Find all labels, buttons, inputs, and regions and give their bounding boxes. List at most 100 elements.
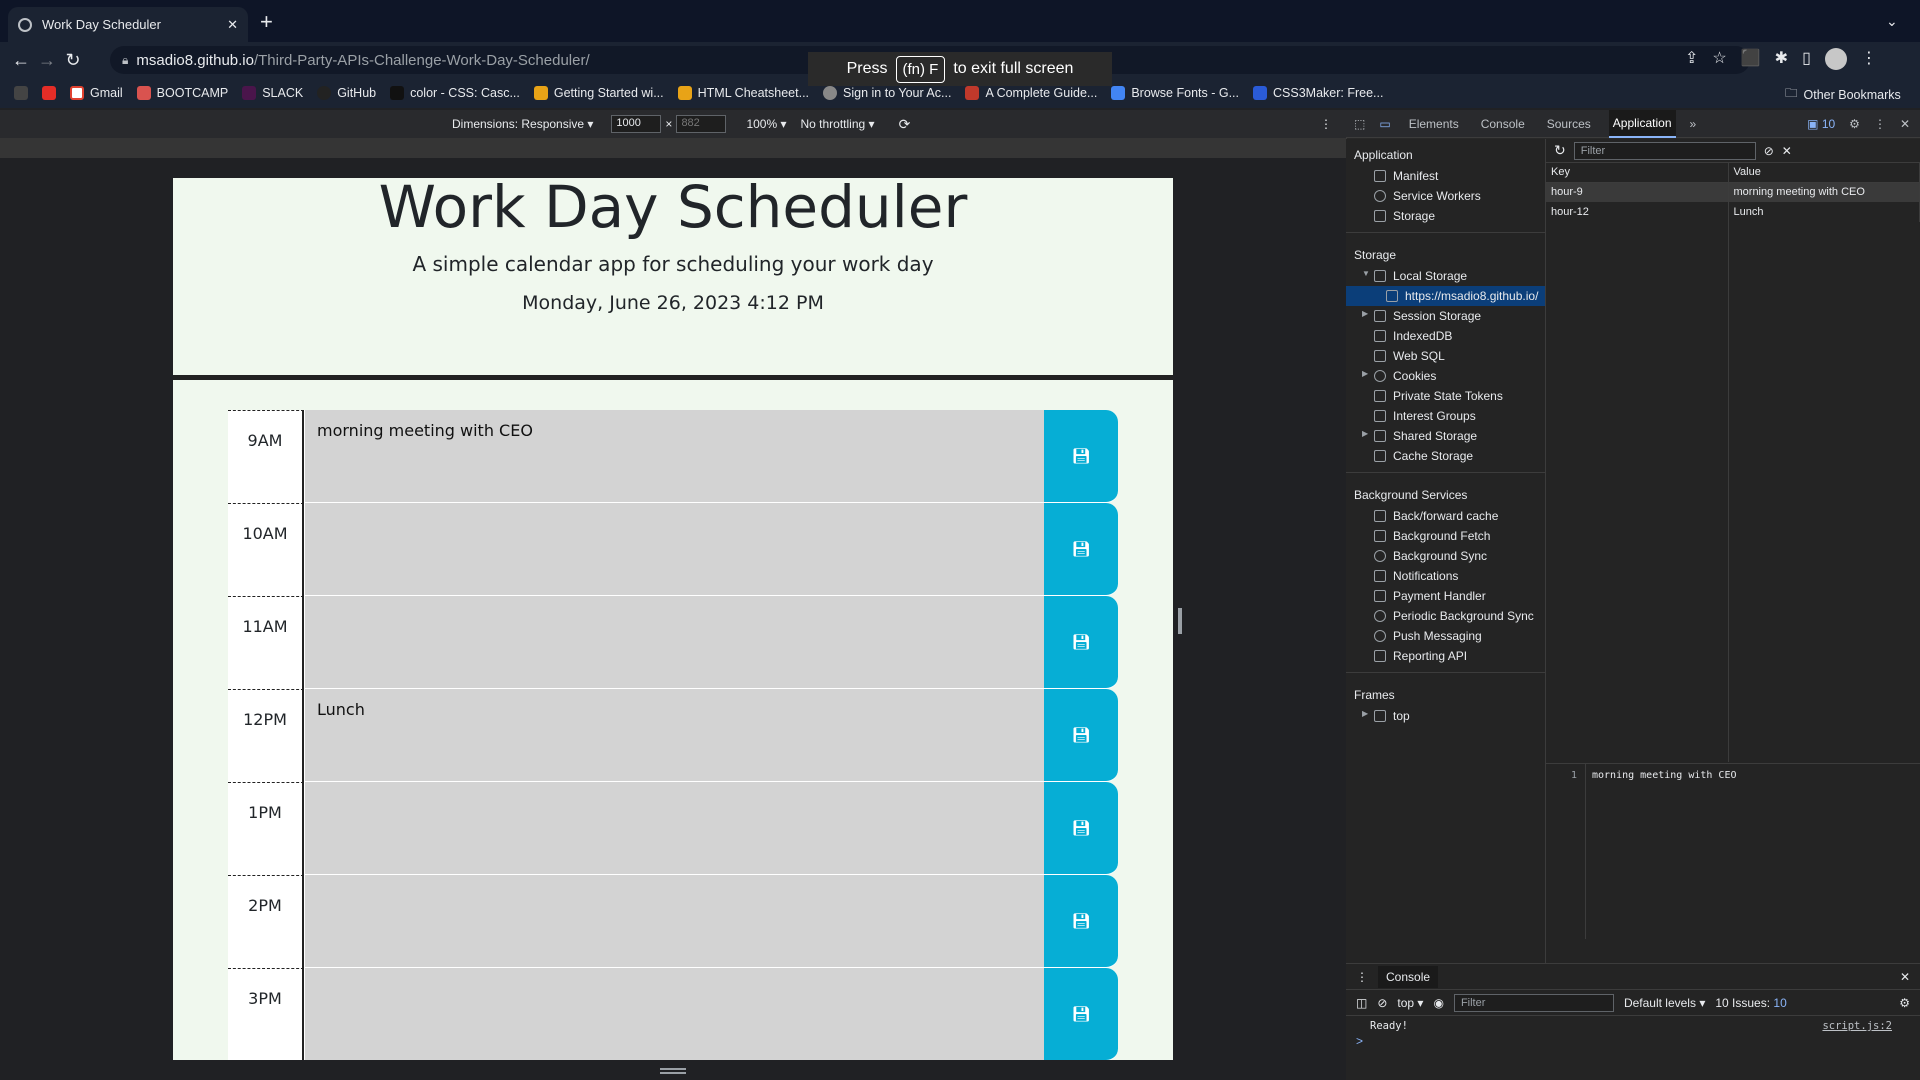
tab-elements[interactable]: Elements [1405, 111, 1463, 137]
tab-search-chevron-icon[interactable]: ⌄ [1886, 13, 1898, 30]
context-select[interactable]: top ▾ [1397, 996, 1423, 1010]
description-textarea[interactable]: Lunch [304, 689, 1044, 782]
forward-icon[interactable]: → [34, 50, 60, 71]
bookmark-getting-started[interactable]: Getting Started wi... [533, 86, 664, 100]
live-expression-eye-icon[interactable]: ◉ [1433, 996, 1443, 1010]
save-button[interactable]: 💾︎ [1044, 875, 1118, 968]
devtools-menu-icon[interactable]: ⋮ [1874, 117, 1886, 131]
new-tab-button[interactable]: + [260, 11, 273, 33]
issues-badge[interactable]: ▣ 10 [1807, 117, 1835, 131]
bookmark-gmail[interactable]: Gmail [70, 86, 123, 100]
sidebar-item-background-fetch[interactable]: Background Fetch [1346, 526, 1545, 546]
back-icon[interactable]: ← [8, 50, 34, 71]
youtube-icon[interactable] [42, 86, 56, 100]
save-button[interactable]: 💾︎ [1044, 503, 1118, 596]
inspect-element-icon[interactable]: ⬚ [1354, 117, 1365, 131]
console-source-link[interactable]: script.js:2 [1822, 1020, 1892, 1032]
save-button[interactable]: 💾︎ [1044, 410, 1118, 503]
sidebar-toggle-icon[interactable]: ◫ [1356, 996, 1367, 1010]
sidebar-item-reporting-api[interactable]: Reporting API [1346, 646, 1545, 666]
device-menu-icon[interactable]: ⋮ [1320, 117, 1332, 131]
value-cell[interactable]: morning meeting with CEO [1728, 182, 1920, 202]
description-textarea[interactable] [304, 875, 1044, 968]
description-textarea[interactable] [304, 782, 1044, 875]
console-prompt[interactable]: > [1346, 1032, 1920, 1050]
avatar[interactable] [1824, 48, 1847, 70]
bookmark-mdn-color[interactable]: color - CSS: Casc... [390, 86, 520, 100]
viewport-bottom-resize-handle[interactable] [660, 1068, 686, 1074]
sidebar-item-local-storage-origin[interactable]: https://msadio8.github.io/ [1346, 286, 1545, 306]
sidebar-item-manifest[interactable]: Manifest [1346, 166, 1545, 186]
close-drawer-icon[interactable]: ✕ [1900, 970, 1910, 984]
key-cell[interactable]: hour-9 [1546, 182, 1729, 202]
sidebar-item-background-sync[interactable]: Background Sync [1346, 546, 1545, 566]
collapsed-triangle-icon[interactable]: ▶ [1362, 709, 1368, 718]
sidebar-item-local-storage[interactable]: ▼ Local Storage [1346, 266, 1545, 286]
console-settings-gear-icon[interactable]: ⚙ [1899, 996, 1910, 1010]
sidebar-item-frame-top[interactable]: ▶ top [1346, 706, 1545, 726]
save-button[interactable]: 💾︎ [1044, 689, 1118, 782]
sidebar-item-payment-handler[interactable]: Payment Handler [1346, 586, 1545, 606]
throttling-select[interactable]: No throttling ▾ [801, 117, 875, 131]
share-icon[interactable]: ⇪ [1685, 48, 1698, 70]
bookmark-sign-in[interactable]: Sign in to Your Ac... [823, 86, 951, 100]
media-query-bar[interactable] [0, 138, 1346, 158]
browser-tab[interactable]: Work Day Scheduler ✕ [8, 7, 248, 42]
description-textarea[interactable] [304, 968, 1044, 1060]
value-column-header[interactable]: Value [1728, 163, 1920, 183]
extension-icon[interactable]: ⬛ [1741, 48, 1761, 70]
reload-icon[interactable]: ↻ [60, 50, 86, 71]
key-column-header[interactable]: Key [1546, 163, 1729, 183]
sidebar-item-shared-storage[interactable]: ▶ Shared Storage [1346, 426, 1545, 446]
bookmark-slack[interactable]: SLACK [242, 86, 303, 100]
settings-gear-icon[interactable]: ⚙ [1849, 117, 1860, 131]
sidebar-item-interest-groups[interactable]: Interest Groups [1346, 406, 1545, 426]
sidebar-item-notifications[interactable]: Notifications [1346, 566, 1545, 586]
description-textarea[interactable] [304, 503, 1044, 596]
bookmark-html-cheatsheet[interactable]: HTML Cheatsheet... [677, 86, 809, 100]
bookmark-browse-fonts[interactable]: Browse Fonts - G... [1111, 86, 1239, 100]
side-panel-icon[interactable]: ▯ [1802, 48, 1811, 70]
sidebar-item-cache-storage[interactable]: Cache Storage [1346, 446, 1545, 466]
bookmark-star-icon[interactable]: ☆ [1712, 48, 1726, 70]
clear-console-icon[interactable]: ⊘ [1377, 996, 1387, 1010]
value-cell[interactable]: Lunch [1728, 202, 1920, 222]
expanded-triangle-icon[interactable]: ▼ [1362, 269, 1370, 278]
storage-filter-input[interactable]: Filter [1573, 141, 1756, 160]
drawer-menu-icon[interactable]: ⋮ [1356, 970, 1368, 984]
bookmark-complete-guide[interactable]: A Complete Guide... [965, 86, 1097, 100]
console-filter-input[interactable]: Filter [1453, 993, 1614, 1012]
rotate-icon[interactable]: ⟳ [899, 116, 911, 133]
more-tabs-icon[interactable]: » [1690, 117, 1697, 131]
refresh-icon[interactable]: ↻ [1554, 142, 1566, 159]
sidebar-item-periodic-background-sync[interactable]: Periodic Background Sync [1346, 606, 1545, 626]
other-bookmarks[interactable]: 🗀 Other Bookmarks [1785, 84, 1901, 105]
save-button[interactable]: 💾︎ [1044, 596, 1118, 689]
sidebar-item-cookies[interactable]: ▶ Cookies [1346, 366, 1545, 386]
sidebar-item-private-state-tokens[interactable]: Private State Tokens [1346, 386, 1545, 406]
table-row[interactable]: hour-9 morning meeting with CEO [1546, 182, 1920, 202]
collapsed-triangle-icon[interactable]: ▶ [1362, 369, 1368, 378]
viewport-resize-handle[interactable] [1178, 608, 1182, 634]
clear-all-icon[interactable]: ⊘ [1764, 144, 1774, 158]
save-button[interactable]: 💾︎ [1044, 782, 1118, 875]
description-textarea[interactable] [304, 596, 1044, 689]
tab-application[interactable]: Application [1608, 109, 1676, 138]
device-toggle-icon[interactable]: ▭ [1379, 117, 1390, 131]
puzzle-icon[interactable]: ✱ [1775, 48, 1788, 70]
sidebar-item-service-workers[interactable]: Service Workers [1346, 186, 1545, 206]
collapsed-triangle-icon[interactable]: ▶ [1362, 429, 1368, 438]
tab-sources[interactable]: Sources [1543, 111, 1595, 137]
levels-select[interactable]: Default levels ▾ [1624, 996, 1705, 1010]
close-tab-icon[interactable]: ✕ [227, 17, 238, 33]
bookmark-bootcamp[interactable]: BOOTCAMP [136, 86, 228, 100]
sidebar-item-indexeddb[interactable]: IndexedDB [1346, 326, 1545, 346]
bookmark-github[interactable]: GitHub [317, 86, 376, 100]
sidebar-item-web-sql[interactable]: Web SQL [1346, 346, 1545, 366]
viewport-height-input[interactable]: 882 [676, 115, 727, 133]
sidebar-item-storage[interactable]: Storage [1346, 206, 1545, 226]
delete-selected-icon[interactable]: ✕ [1782, 144, 1792, 158]
bookmark-css3maker[interactable]: CSS3Maker: Free... [1253, 86, 1383, 100]
viewport-width-input[interactable]: 1000 [611, 115, 662, 133]
zoom-select[interactable]: 100% ▾ [746, 117, 786, 131]
